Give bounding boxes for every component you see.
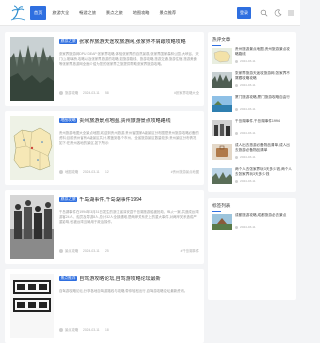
login-button[interactable]: 登录 xyxy=(237,7,251,19)
menu-icon[interactable] xyxy=(287,9,295,17)
post-category-badge[interactable]: 地图攻略 xyxy=(59,118,78,123)
dark-mode-icon[interactable] xyxy=(274,9,282,17)
post-thumbnail-qiandaohu[interactable] xyxy=(10,195,54,259)
post-card: 景点推荐 自驾游攻略论坛,自驾游攻略论坛最新 自驾游攻略论坛,分享各地自驾游路线与… xyxy=(5,269,204,343)
hot-article-date: 2024-03-11 xyxy=(235,131,256,135)
post-title[interactable]: 景点推荐 自驾游攻略论坛,自驾游攻略论坛最新 xyxy=(59,276,199,282)
nav-tour-trip[interactable]: 畅游之旅 xyxy=(75,6,100,20)
post-meta: 景点攻略 2024-03-11 18 xyxy=(59,327,199,333)
post-card: 旅游之旅 张家界旅游天途攻旅游网,张家界不屑跟攻略攻略 张家界旅游网DPU DEA… xyxy=(5,32,204,106)
post-title[interactable]: 旅游之旅 千岛湖事件,千岛湖事件1994 xyxy=(59,197,199,203)
post-date: 2024-03-11 xyxy=(83,328,100,332)
nav-scenic-trip[interactable]: 景点之旅 xyxy=(102,6,127,20)
nav-map-guide[interactable]: 地图攻略 xyxy=(129,6,154,20)
hot-article-thumb[interactable] xyxy=(212,96,232,112)
post-date: 2024-03-11 xyxy=(83,170,100,174)
hot-article-title[interactable]: 厦门旅游攻略,厦门旅游攻略自由行 xyxy=(235,95,292,105)
post-author[interactable]: 景点攻略 xyxy=(65,248,78,254)
hot-article-title[interactable]: 千岛湖事件,千岛湖事件1994 xyxy=(235,119,292,129)
hot-article-title[interactable]: 张家界旅游天途攻旅游网,张家界不屑跟攻略攻略 xyxy=(235,71,292,81)
post-title-text[interactable]: 张家界旅游天途攻旅游网,张家界不屑跟攻略攻略 xyxy=(79,39,185,45)
post-meta: 景点攻略 2024-03-11 25 #千岛湖事件 xyxy=(59,248,199,254)
post-title-text[interactable]: 自驾游攻略论坛,自驾游攻略论坛最新 xyxy=(79,276,160,282)
post-meta: 地图攻略 2024-03-11 12 #贵州旅游景点地图 xyxy=(59,169,199,175)
hot-article-item[interactable]: 千岛湖事件,千岛湖事件1994 2024-03-11 xyxy=(212,118,292,142)
search-icon[interactable] xyxy=(260,9,268,17)
post-tag[interactable]: #张家界攻略大全 xyxy=(174,90,199,96)
hot-article-item[interactable]: 两个人去张家界玩3天多少钱,两个人去张家界玩3天多少钱 2024-03-11 xyxy=(212,166,292,190)
post-date: 2024-03-11 xyxy=(83,91,100,95)
post-views: 12 xyxy=(105,170,109,174)
hot-article-title[interactable]: 两个人去张家界玩3天多少钱,两个人去张家界玩3天多少钱 xyxy=(235,167,292,177)
post-views: 25 xyxy=(105,249,109,253)
tags-item-thumb[interactable] xyxy=(212,214,232,230)
post-card: 地图攻略 贵州旅游景点地图,贵州旅游景点攻略路线 贵州旅游地图大全景点地图,欢迎到… xyxy=(5,111,204,185)
post-title-text[interactable]: 千岛湖事件,千岛湖事件1994 xyxy=(79,197,142,203)
author-avatar xyxy=(59,170,63,174)
tags-item-title[interactable]: 成都旅游攻略,成都旅游必去景点 xyxy=(235,213,292,223)
post-date: 2024-03-11 xyxy=(83,249,100,253)
hot-articles-box: 热评文章 贵州旅游景点地图,贵州旅游景点攻略路线 2024-03-11 张家界旅… xyxy=(208,32,296,192)
tags-item-date: 2024-03-11 xyxy=(235,225,256,229)
post-author[interactable]: 旅游攻略 xyxy=(65,90,78,96)
hot-article-thumb[interactable] xyxy=(212,168,232,184)
post-excerpt: 贵州旅游地图大全景点地图,欢迎到贵州旅游,贵州省国家A级景区分布图是贵州旅游攻略… xyxy=(59,131,199,146)
post-author[interactable]: 景点攻略 xyxy=(65,327,78,333)
post-views: 18 xyxy=(105,328,109,332)
hot-article-date: 2024-03-11 xyxy=(235,59,256,63)
hot-article-item[interactable]: 张家界旅游天途攻旅游网,张家界不屑跟攻略攻略 2024-03-11 xyxy=(212,70,292,94)
hot-article-thumb[interactable] xyxy=(212,144,232,160)
post-thumbnail-roadtrip[interactable] xyxy=(10,274,54,338)
post-category-badge[interactable]: 景点推荐 xyxy=(59,276,78,281)
author-avatar xyxy=(59,328,63,332)
nav-travel-guide[interactable]: 旅游大全 xyxy=(48,6,73,20)
post-excerpt: 张家界旅游网DPU DEAP 张家界攻略,体验张家界的自然景观,张家界国家森林公… xyxy=(59,52,199,67)
post-tag[interactable]: #千岛湖事件 xyxy=(181,248,199,254)
hot-article-thumb[interactable] xyxy=(212,48,232,64)
site-logo-icon[interactable] xyxy=(10,5,26,21)
hot-article-title[interactable]: 贵州旅游景点地图,贵州旅游景点攻略路线 xyxy=(235,47,292,57)
post-title-text[interactable]: 贵州旅游景点地图,贵州旅游景点攻略路线 xyxy=(79,118,170,124)
hot-article-title[interactable]: 成人出去旅游必备物品清单,成人出去旅游必备物品清单 xyxy=(235,143,292,153)
post-tag[interactable]: #贵州旅游景点地图 xyxy=(171,169,199,175)
hot-article-item[interactable]: 成人出去旅游必备物品清单,成人出去旅游必备物品清单 2024-03-11 xyxy=(212,142,292,166)
nav-recommend[interactable]: 景点推荐 xyxy=(155,6,180,20)
post-category-badge[interactable]: 旅游之旅 xyxy=(59,39,78,44)
hot-article-thumb[interactable] xyxy=(212,72,232,88)
main-nav: 首页 旅游大全 畅游之旅 景点之旅 地图攻略 景点推荐 xyxy=(30,6,182,20)
hot-article-date: 2024-03-11 xyxy=(235,107,256,111)
post-views: 58 xyxy=(105,91,109,95)
hot-article-item[interactable]: 贵州旅游景点地图,贵州旅游景点攻略路线 2024-03-11 xyxy=(212,46,292,70)
post-excerpt: 自驾游攻略论坛,分享各地自驾游路线与攻略,带你轻松出行,自驾游攻略论坛最新资讯。 xyxy=(59,289,188,293)
top-navbar: 首页 旅游大全 畅游之旅 景点之旅 地图攻略 景点推荐 登录 xyxy=(0,0,300,26)
nav-home[interactable]: 首页 xyxy=(30,6,47,20)
author-avatar xyxy=(59,91,63,95)
hot-article-item[interactable]: 厦门旅游攻略,厦门旅游攻略自由行 2024-03-11 xyxy=(212,94,292,118)
hot-article-date: 2024-03-11 xyxy=(235,155,256,159)
post-title[interactable]: 地图攻略 贵州旅游景点地图,贵州旅游景点攻略路线 xyxy=(59,118,199,124)
post-card: 旅游之旅 千岛湖事件,千岛湖事件1994 千岛湖事件在1994年3月31日发生的浙… xyxy=(5,190,204,264)
tags-list-item[interactable]: 成都旅游攻略,成都旅游必去景点 2024-03-11 xyxy=(212,212,292,236)
post-title[interactable]: 旅游之旅 张家界旅游天途攻旅游网,张家界不屑跟攻略攻略 xyxy=(59,39,199,45)
tags-title: 标签列表 xyxy=(212,203,231,212)
post-author[interactable]: 地图攻略 xyxy=(65,169,78,175)
hot-article-thumb[interactable] xyxy=(212,120,232,136)
hot-article-date: 2024-03-11 xyxy=(235,83,256,87)
hot-article-date: 2024-03-11 xyxy=(235,179,256,183)
post-thumbnail-guizhou-map[interactable] xyxy=(10,116,54,180)
post-meta: 旅游攻略 2024-03-11 58 #张家界攻略大全 xyxy=(59,90,199,96)
author-avatar xyxy=(59,249,63,253)
post-excerpt: 千岛湖事件在1994年3月31日发生的浙江省淳安县千岛湖旅游船被抢劫、纵火一案,… xyxy=(59,210,199,225)
hot-articles-title: 热评文章 xyxy=(212,37,231,46)
tags-box: 标签列表 成都旅游攻略,成都旅游必去景点 2024-03-11 xyxy=(208,198,296,300)
post-category-badge[interactable]: 旅游之旅 xyxy=(59,197,78,202)
post-thumbnail-zhangjiajie[interactable] xyxy=(10,37,54,101)
